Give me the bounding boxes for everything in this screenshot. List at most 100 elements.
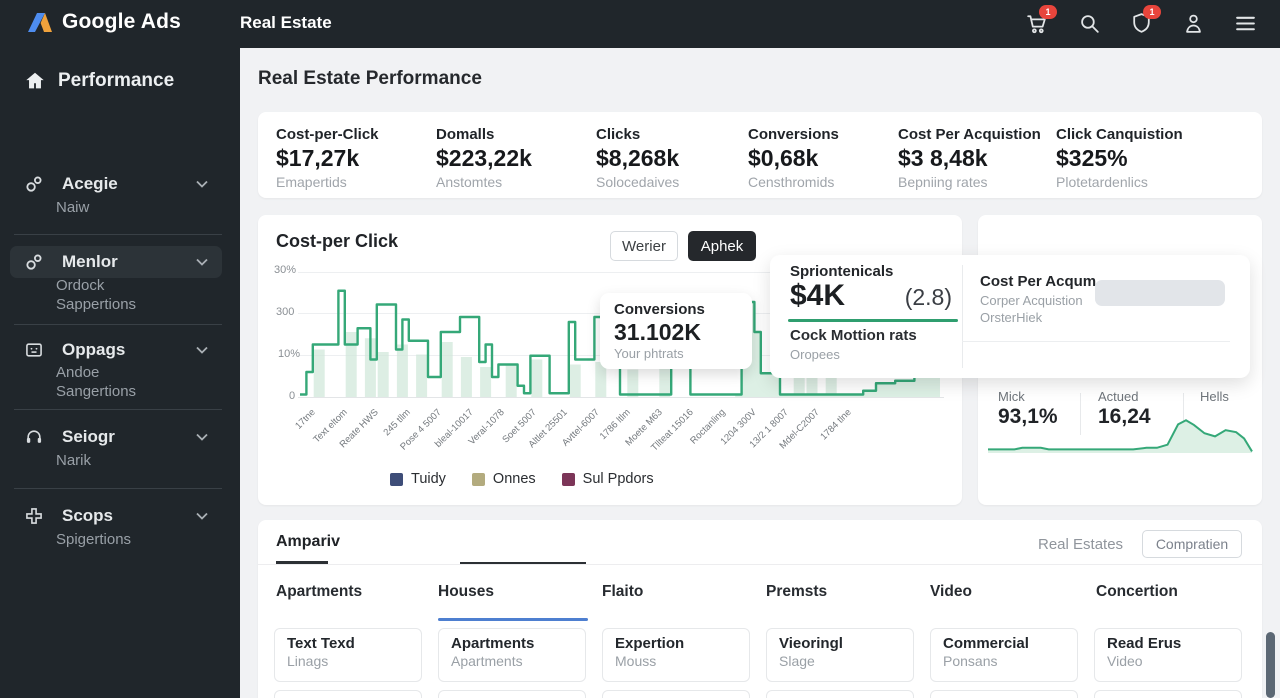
chart-title: Cost-per Click [276, 231, 399, 251]
cart-badge: 1 [1039, 5, 1057, 19]
list-item[interactable]: Ele Finerett [602, 690, 750, 698]
search-icon[interactable] [1077, 11, 1102, 36]
stat-value: $3 8,48k [898, 145, 988, 171]
home-icon [24, 70, 46, 92]
page: Google Ads Real Estate 1 1 Performance A… [0, 0, 1280, 698]
list-item[interactable]: Expertion Mouss [602, 628, 750, 682]
tab-premsts[interactable]: Premsts [766, 583, 827, 601]
overlay-sub1: Cock Mottion rats [790, 327, 917, 344]
y-tick: 30% [274, 264, 297, 276]
brand[interactable]: Google Ads [28, 10, 181, 34]
overlay-sub2: Oropees [790, 347, 840, 362]
card-title: Apartments [451, 635, 535, 652]
list-item[interactable]: Read Erus Video [1094, 628, 1242, 682]
tab-flaito[interactable]: Flaito [602, 583, 643, 601]
list-item[interactable]: Alb Marsered [930, 690, 1078, 698]
legend-item: Tuidy [390, 471, 446, 487]
card-title: Read Erus [1107, 635, 1182, 652]
overlay-value: $4K [790, 279, 846, 312]
sidebar-subitem[interactable]: Naiw [56, 199, 89, 216]
stat-label: Cost Per Acquistion [898, 126, 1041, 143]
legend-item: Sul Ppdors [561, 471, 654, 487]
chevron-down-icon [196, 175, 208, 193]
tab-concertion[interactable]: Concertion [1096, 583, 1178, 601]
list-item[interactable]: Apartments Apartments [438, 628, 586, 682]
stat-cost-per-acquistion: Cost Per Acquistion $3 8,48k Bepniing ra… [898, 126, 1041, 190]
stat-domalls: Domalls $223,22k Anstomtes [436, 126, 532, 190]
sidebar-item-label: Oppags [62, 340, 126, 359]
y-tick: 300 [276, 306, 295, 318]
sidebar-subitem[interactable]: Narik [56, 452, 91, 469]
sidebar-item-scops[interactable]: Scops [10, 500, 222, 532]
stat-label: Cost-per-Click [276, 126, 379, 143]
sidebar-subitem[interactable]: Sappertions [56, 296, 136, 313]
real-estates-label: Real Estates [1038, 536, 1124, 553]
chart-legend: Tuidy Onnes Sul Ppdors [390, 471, 654, 487]
circles-icon [24, 174, 44, 194]
stat-sub: Anstomtes [436, 174, 503, 190]
tab-video[interactable]: Video [930, 583, 972, 601]
card-title: Expertion [615, 635, 685, 652]
x-axis-label: 1784 tlne [817, 407, 854, 443]
sidebar-divider [14, 409, 222, 410]
aphek-button[interactable]: Aphek [688, 231, 756, 261]
brand-name: Google Ads [62, 10, 182, 33]
active-tab-indicator [438, 618, 588, 621]
list-item[interactable]: Ele Shered [1094, 690, 1242, 698]
stat-label: Click Canquistion [1056, 126, 1183, 143]
page-title: Real Estate Performance [258, 68, 482, 89]
ampariv-panel: Ampariv Real Estates Compratien Apartmen… [258, 520, 1262, 698]
compratien-button[interactable]: Compratien [1142, 530, 1242, 558]
sidebar-item-oppags[interactable]: Oppags [10, 334, 222, 366]
cart-icon[interactable]: 1 [1025, 5, 1057, 36]
chevron-down-icon [196, 507, 208, 525]
sidebar-performance-label: Performance [58, 70, 175, 91]
stat-value: $223,22k [436, 145, 532, 171]
shield-icon[interactable]: 1 [1129, 5, 1161, 36]
list-item[interactable]: Ele Shered [766, 690, 914, 698]
list-item[interactable]: Text Texd Linags [274, 628, 422, 682]
sidebar-item-label: Scops [62, 506, 114, 525]
stat-conversions: Conversions $0,68k Censthromids [748, 126, 839, 190]
card-sub: Apartments [451, 653, 523, 669]
list-item[interactable]: Commercial Ponsans [930, 628, 1078, 682]
overlay-right-title: Cost Per Acqum [980, 273, 1097, 290]
stat-label: Domalls [436, 126, 495, 143]
placeholder-bar [1095, 280, 1225, 306]
legend-label: Sul Ppdors [582, 471, 654, 487]
account-icon[interactable] [1181, 11, 1206, 36]
sidebar-divider [14, 488, 222, 489]
stat-label: Conversions [748, 126, 839, 143]
sidebar-item-acegie[interactable]: Acegie [10, 168, 222, 200]
stats-card: Cost-per-Click $17,27k Emapertids Domall… [258, 112, 1262, 198]
tab-apartments[interactable]: Apartments [276, 583, 362, 601]
menu-icon[interactable] [1233, 11, 1258, 36]
list-item[interactable]: Vieoringl Slage [766, 628, 914, 682]
chevron-down-icon [196, 341, 208, 359]
legend-label: Tuidy [411, 471, 446, 487]
sidebar-performance[interactable]: Performance [24, 70, 174, 92]
werier-button[interactable]: Werier [610, 231, 678, 261]
google-ads-logo-icon [28, 12, 52, 33]
circles-icon [24, 252, 44, 272]
sidebar-subitem[interactable]: Spigertions [56, 531, 131, 548]
overlay-paren-value: (2.8) [904, 284, 952, 310]
sidebar-subitem[interactable]: Ordock [56, 277, 104, 294]
tab-houses[interactable]: Houses [438, 583, 494, 601]
card-sub: Slage [779, 653, 815, 669]
stat-sub: Emapertids [276, 174, 347, 190]
sidebar-item-menlor[interactable]: Menlor [10, 246, 222, 278]
stat-value: $17,27k [276, 145, 360, 171]
shield-badge: 1 [1143, 5, 1161, 19]
list-item[interactable]: Mb Geldl [438, 690, 586, 698]
sidebar-item-seiogr[interactable]: Seiogr [10, 421, 222, 453]
sidebar-item-label: Acegie [62, 174, 118, 193]
tooltip-value: 31.102K [614, 319, 701, 345]
sidebar-subitem[interactable]: Sangertions [56, 383, 136, 400]
sidebar-subitem[interactable]: Andoe [56, 364, 99, 381]
tooltip-sub: Your phtrats [614, 346, 684, 361]
hells-sparkline [988, 419, 1253, 453]
list-item[interactable]: Ele Sprestte [274, 690, 422, 698]
stat-value: $325% [1056, 145, 1128, 171]
scrollbar-thumb[interactable] [1266, 632, 1275, 698]
